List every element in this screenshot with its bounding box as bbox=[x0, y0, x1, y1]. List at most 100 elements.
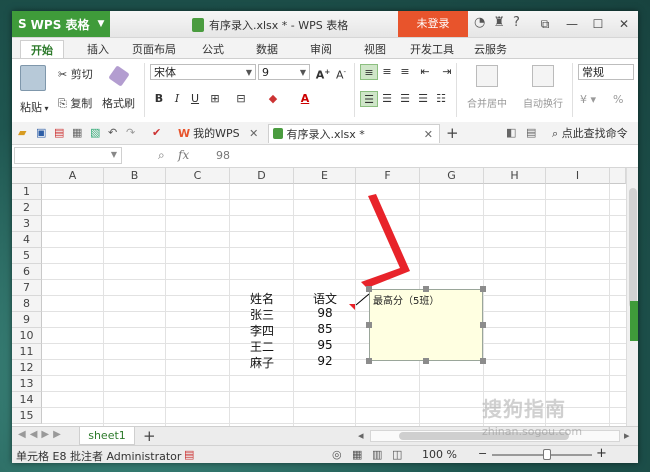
zoom-level[interactable]: 100 % bbox=[422, 448, 457, 461]
name-box[interactable]: ▼ bbox=[14, 147, 122, 164]
zoom-slider[interactable] bbox=[492, 454, 592, 456]
close-icon[interactable]: ✕ bbox=[424, 125, 433, 144]
align-middle-button[interactable]: ≡ bbox=[378, 64, 396, 80]
scroll-right-icon[interactable]: ▸ bbox=[624, 429, 630, 442]
fill-color-button[interactable]: ◆ bbox=[264, 91, 282, 107]
resize-handle[interactable] bbox=[366, 286, 372, 292]
tab-developer[interactable]: 开发工具 bbox=[410, 41, 454, 57]
tab-data[interactable]: 数据 bbox=[256, 41, 278, 57]
login-button[interactable]: 未登录 bbox=[398, 11, 468, 37]
reading-view-icon[interactable]: ◫ bbox=[392, 448, 402, 461]
tab-my-wps[interactable]: W 我的WPS ✕ bbox=[178, 124, 264, 143]
align-top-button[interactable]: ≡ bbox=[360, 64, 378, 80]
print-icon[interactable]: ▦ bbox=[72, 126, 84, 139]
maximize-button[interactable]: ☐ bbox=[585, 11, 611, 37]
vertical-scrollbar[interactable] bbox=[626, 168, 638, 426]
align-center-button[interactable]: ☰ bbox=[378, 91, 396, 107]
underline-button[interactable]: U bbox=[186, 91, 204, 107]
paste-button[interactable]: 粘贴 ▾ bbox=[20, 65, 49, 115]
close-icon[interactable]: ✕ bbox=[249, 127, 258, 140]
tab-cloud[interactable]: 云服务 bbox=[474, 41, 507, 57]
normal-view-icon[interactable]: ▦ bbox=[352, 448, 362, 461]
font-grow-button[interactable]: A+ bbox=[314, 64, 332, 82]
resize-handle[interactable] bbox=[423, 358, 429, 364]
cut-button[interactable]: ✂ 剪切 bbox=[58, 66, 93, 82]
save-icon[interactable]: ▣ bbox=[36, 126, 48, 139]
merge-center-button[interactable]: 合并居中 bbox=[464, 65, 510, 110]
collapse-icon[interactable]: ◧ bbox=[506, 126, 518, 139]
undo-icon[interactable]: ↶ bbox=[108, 126, 120, 139]
fx-button[interactable]: fx bbox=[178, 148, 189, 162]
annotation-layer bbox=[349, 194, 410, 310]
comment-indicator-icon bbox=[349, 304, 355, 310]
tab-page-layout[interactable]: 页面布局 bbox=[132, 41, 176, 57]
wrap-text-button[interactable]: 自动换行 bbox=[520, 65, 566, 110]
add-sheet-icon[interactable]: + bbox=[143, 427, 156, 445]
resize-handle[interactable] bbox=[366, 358, 372, 364]
scroll-left-icon[interactable]: ◂ bbox=[358, 429, 364, 442]
resize-handle[interactable] bbox=[423, 286, 429, 292]
tab-insert[interactable]: 插入 bbox=[87, 41, 109, 57]
redo-icon[interactable]: ↷ bbox=[126, 126, 138, 139]
italic-button[interactable]: I bbox=[168, 91, 186, 107]
font-shrink-button[interactable]: A- bbox=[332, 64, 350, 82]
resize-handle[interactable] bbox=[480, 358, 486, 364]
decrease-indent-button[interactable]: ⇤ bbox=[416, 64, 434, 80]
zoom-in-icon[interactable]: + bbox=[596, 446, 607, 461]
preview-icon[interactable]: ▧ bbox=[90, 126, 102, 139]
tab-review[interactable]: 审阅 bbox=[310, 41, 332, 57]
format-painter-button[interactable]: 格式刷 bbox=[102, 65, 135, 111]
find-command-search[interactable]: ⌕ 点此查找命令 bbox=[552, 124, 628, 143]
currency-button[interactable]: ¥ ▾ bbox=[580, 93, 596, 106]
new-tab-icon[interactable]: + bbox=[446, 124, 459, 142]
justify-button[interactable]: ☰ bbox=[414, 91, 432, 107]
formula-input[interactable]: 98 bbox=[216, 149, 230, 162]
copy-button[interactable]: ⎘ 复制 bbox=[58, 95, 92, 111]
increase-indent-button[interactable]: ⇥ bbox=[438, 64, 456, 80]
status-text: 单元格 E8 批注者 Administrator bbox=[16, 450, 182, 463]
tab-home[interactable]: 开始 bbox=[20, 40, 64, 59]
close-button[interactable]: ✕ bbox=[611, 11, 637, 37]
app-menu-button[interactable]: S WPS 表格 ▼ bbox=[12, 11, 110, 37]
tab-formula[interactable]: 公式 bbox=[202, 41, 224, 57]
minimize-button[interactable]: — bbox=[559, 11, 585, 37]
comment-box[interactable]: 最高分（5班） bbox=[369, 289, 483, 361]
bold-button[interactable]: B bbox=[150, 91, 168, 107]
resize-handle[interactable] bbox=[366, 322, 372, 328]
zoom-slider-knob[interactable] bbox=[543, 449, 551, 460]
expand-icon[interactable]: ▤ bbox=[526, 126, 538, 139]
merge-cells-button[interactable]: ⊟ bbox=[232, 91, 250, 107]
help-icon[interactable]: ? bbox=[513, 15, 520, 30]
tab-current-document[interactable]: 有序录入.xlsx * ✕ bbox=[268, 124, 440, 143]
customize-icon[interactable]: ✔ bbox=[152, 126, 164, 139]
font-color-button[interactable]: A bbox=[296, 91, 314, 107]
resize-handle[interactable] bbox=[480, 286, 486, 292]
page-break-view-icon[interactable]: ▥ bbox=[372, 448, 382, 461]
skin-icon[interactable]: ◔ bbox=[474, 15, 485, 30]
zoom-search-icon[interactable]: ⌕ bbox=[158, 148, 165, 163]
font-size-select[interactable]: 9 ▼ bbox=[258, 64, 310, 80]
align-left-button[interactable]: ☰ bbox=[360, 91, 378, 107]
border-button[interactable]: ⊞ bbox=[206, 91, 224, 107]
vertical-scroll-thumb[interactable] bbox=[629, 188, 637, 308]
resize-handle[interactable] bbox=[480, 322, 486, 328]
restore-ribbon-icon[interactable]: ⧉ bbox=[532, 11, 558, 37]
zoom-out-icon[interactable]: − bbox=[478, 447, 487, 460]
search-icon: ⌕ bbox=[552, 127, 559, 140]
pdf-icon[interactable]: ▤ bbox=[54, 126, 66, 139]
shirt-icon[interactable]: ♜ bbox=[493, 15, 505, 30]
distributed-button[interactable]: ☷ bbox=[432, 91, 450, 107]
spreadsheet-grid[interactable]: A B C D E F G H I 1 2 3 4 5 6 7 8 9 10 11 12 13 14 15 … bbox=[12, 168, 626, 426]
sheet-nav-arrows-icon[interactable]: ◀◀▶▶ bbox=[18, 429, 65, 440]
macro-icon[interactable]: ▤ bbox=[184, 448, 194, 461]
eye-protect-icon[interactable]: ◎ bbox=[332, 448, 342, 461]
align-bottom-button[interactable]: ≡ bbox=[396, 64, 414, 80]
side-panel-toggle[interactable] bbox=[630, 301, 638, 341]
align-right-button[interactable]: ☰ bbox=[396, 91, 414, 107]
open-folder-icon[interactable]: ▰ bbox=[18, 126, 30, 139]
font-name-select[interactable]: 宋体 ▼ bbox=[150, 64, 256, 80]
number-format-select[interactable]: 常规 bbox=[578, 64, 634, 80]
percent-button[interactable]: % bbox=[613, 93, 623, 106]
tab-view[interactable]: 视图 bbox=[364, 41, 386, 57]
sheet-tab-sheet1[interactable]: sheet1 bbox=[79, 427, 135, 445]
